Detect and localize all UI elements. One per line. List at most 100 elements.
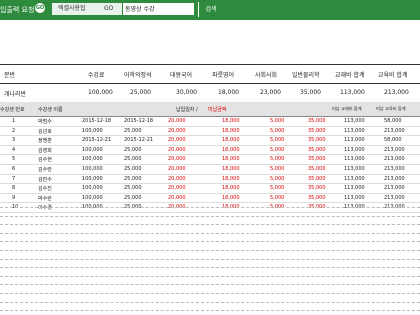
- table-row[interactable]: 9 박수란 100,000 25,000 20,000 18,000 5,000 35,000…: [0, 194, 420, 204]
- cell-num: 1: [12, 118, 16, 124]
- toolbar-filler: [223, 2, 420, 17]
- cell-amt: 20,000: [168, 165, 186, 172]
- table-row[interactable]: 5 김수현 100,000 25,000 20,000 18,000 5,000 35,000…: [0, 155, 420, 165]
- cell-d2: 25,000: [124, 127, 142, 134]
- summary-header-cell: 수강료: [88, 72, 105, 79]
- cell-name: 김수현: [38, 157, 52, 164]
- summary-cell: 18,000: [218, 89, 239, 96]
- table-row[interactable]: 7 김만수 100,000 25,000 20,000 18,000 5,000 35,000…: [0, 175, 420, 185]
- summary-cell: 개나리반: [4, 91, 27, 98]
- cell-t: 18,000: [222, 194, 240, 201]
- cell-s: 5,000: [270, 156, 285, 163]
- summary-header-cell: 사회사회: [255, 72, 278, 79]
- cell-p: 35,000: [308, 165, 326, 172]
- cell-f: 58,000: [384, 137, 402, 144]
- detail-header-unpaid: 미납금액: [208, 107, 227, 113]
- cell-b: 113,000: [344, 156, 365, 163]
- cell-amt: 20,000: [168, 175, 186, 182]
- cell-num: 4: [12, 146, 16, 153]
- cell-p: 35,000: [308, 156, 326, 163]
- cell-d1: 100,000: [82, 156, 103, 163]
- detail-rows: 1 박범수 2015-12-18 2015-12-18 20,000 18,000 5,00…: [0, 117, 420, 213]
- cell-name: 김년호: [38, 128, 52, 135]
- cell-name: 정맹훈: [38, 138, 52, 145]
- grid-line: [0, 258, 420, 260]
- cell-p: 35,000: [308, 185, 326, 192]
- grid-line: [0, 275, 420, 277]
- cell-s: 5,000: [270, 194, 285, 201]
- grid-line: [0, 224, 420, 226]
- summary-cell: 113,000: [340, 89, 365, 96]
- cell-d2: 25,000: [124, 185, 142, 192]
- cell-amt: 20,000: [168, 118, 186, 124]
- cell-t: 18,000: [222, 175, 240, 182]
- cell-s: 5,000: [270, 146, 285, 153]
- summary-table: 분반 수강료 어학의정석 대왕국어 파릇영어 사회사회 일반물리학 교재비 합계…: [0, 64, 420, 103]
- summary-header-cell: 교재비 합계: [335, 72, 365, 79]
- summary-header-cell: 일반물리학: [292, 72, 320, 79]
- cell-d1: 100,000: [82, 194, 103, 201]
- cell-name: 김만수: [38, 176, 52, 183]
- cell-d2: 2015-12-18: [124, 118, 154, 124]
- cell-t: 18,000: [222, 146, 240, 153]
- cell-name: 김영희: [38, 147, 52, 154]
- cell-t: 18,000: [222, 165, 240, 172]
- go-button[interactable]: GO: [35, 3, 45, 13]
- cell-b: 113,000: [344, 185, 365, 192]
- search-input[interactable]: 동영상 수강: [122, 2, 195, 16]
- cell-d1: 2015-12-18: [82, 118, 112, 124]
- cell-f: 213,000: [384, 165, 405, 172]
- cell-f: 58,000: [384, 118, 402, 124]
- cell-num: 9: [12, 194, 16, 201]
- table-row[interactable]: 10 이수경 100,000 25,000 20,000 18,000 5,000 35,00…: [0, 203, 420, 213]
- cell-amt: 20,000: [168, 194, 186, 201]
- summary-cell: 25,000: [130, 89, 151, 96]
- summary-cell: 30,000: [176, 89, 197, 96]
- cell-d2: 25,000: [124, 156, 142, 163]
- table-row[interactable]: 3 정맹훈 2015-12-21 2015-12-21 20,000 18,000 5,00…: [0, 136, 420, 146]
- cell-p: 35,000: [308, 146, 326, 153]
- detail-header-paid: 납입일자 /: [176, 107, 198, 113]
- cell-amt: 20,000: [168, 146, 186, 153]
- cell-b: 113,000: [344, 175, 365, 182]
- cell-s: 5,000: [270, 165, 285, 172]
- cell-name: 김수란: [38, 166, 52, 173]
- cell-amt: 20,000: [168, 127, 186, 134]
- cell-num: 3: [12, 137, 16, 144]
- table-row[interactable]: 1 박범수 2015-12-18 2015-12-18 20,000 18,000 5,00…: [0, 117, 420, 127]
- detail-header-row: 수강생 번호 수강생 이름 납입일자 / 미납금액 미납 교재비 합계 미납 교…: [0, 102, 420, 117]
- detail-table: 수강생 번호 수강생 이름 납입일자 / 미납금액 미납 교재비 합계 미납 교…: [0, 102, 420, 213]
- grid-line: [0, 284, 420, 286]
- table-row[interactable]: 2 김년호 100,000 25,000 20,000 18,000 5,000 35,000…: [0, 127, 420, 137]
- cell-s: 5,000: [270, 185, 285, 192]
- cell-b: 113,000: [344, 137, 365, 144]
- cell-d2: 25,000: [124, 165, 142, 172]
- cell-f: 213,000: [384, 194, 405, 201]
- excel-tips-link[interactable]: 엑셀사용팁: [52, 3, 108, 15]
- cell-num: 8: [12, 185, 16, 192]
- cell-f: 213,000: [384, 185, 405, 192]
- cell-num: 5: [12, 156, 16, 163]
- cell-num: 6: [12, 165, 16, 172]
- summary-cell: 100,000: [88, 89, 113, 96]
- search-button[interactable]: 검색: [198, 2, 223, 17]
- summary-header-cell: 대왕국어: [170, 72, 193, 79]
- table-row[interactable]: 8 김수진 100,000 25,000 20,000 18,000 5,000 35,000…: [0, 184, 420, 194]
- summary-header-row: 분반 수강료 어학의정석 대왕국어 파릇영어 사회사회 일반물리학 교재비 합계…: [0, 64, 420, 84]
- table-row[interactable]: 6 김수란 100,000 25,000 20,000 18,000 5,000 35,000…: [0, 165, 420, 175]
- cell-b: 113,000: [344, 127, 365, 134]
- grid-line: [0, 250, 420, 251]
- cell-f: 213,000: [384, 156, 405, 163]
- cell-d2: 2015-12-21: [124, 137, 154, 144]
- cell-d2: 25,000: [124, 175, 142, 182]
- summary-cell: 23,000: [260, 89, 281, 96]
- cell-p: 35,000: [308, 127, 326, 134]
- cell-t: 18,000: [222, 127, 240, 134]
- cell-d1: 2015-12-21: [82, 137, 112, 144]
- grid-line: [0, 215, 420, 217]
- table-row[interactable]: 4 김영희 100,000 25,000 20,000 18,000 5,000 35,000…: [0, 146, 420, 156]
- cell-name: 박범수: [38, 119, 52, 125]
- cell-d1: 100,000: [82, 175, 103, 182]
- tips-go-button[interactable]: GO: [102, 3, 124, 15]
- grid-line: [0, 207, 420, 208]
